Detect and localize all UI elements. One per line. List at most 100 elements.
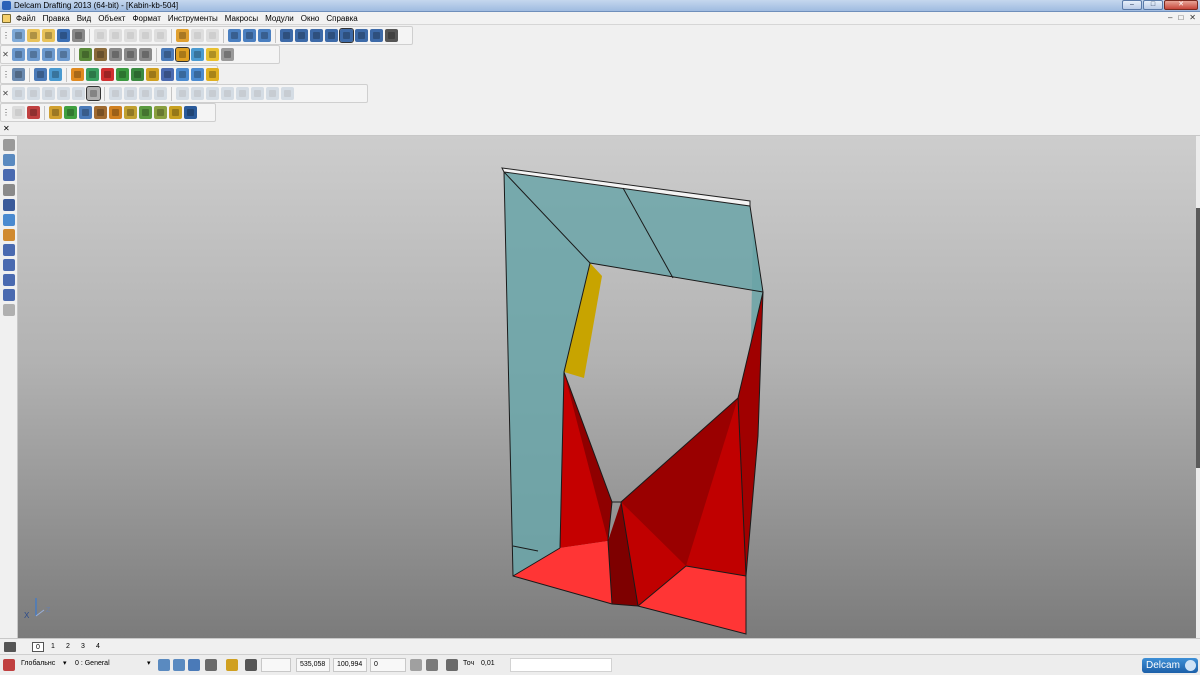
help-icon[interactable] bbox=[1185, 660, 1196, 671]
curve-8-icon[interactable] bbox=[281, 87, 294, 100]
grid-icon[interactable] bbox=[245, 659, 257, 671]
layer-tool-2-icon[interactable] bbox=[173, 659, 185, 671]
text-tool-icon[interactable] bbox=[3, 169, 15, 181]
block-1-icon[interactable] bbox=[49, 106, 62, 119]
command-input[interactable] bbox=[510, 658, 612, 672]
tab-0[interactable]: 0 bbox=[32, 642, 44, 652]
redo-icon[interactable] bbox=[191, 29, 204, 42]
layer-tool-4-icon[interactable] bbox=[205, 659, 217, 671]
view-cube-icon[interactable] bbox=[57, 48, 70, 61]
arrow-play-icon[interactable] bbox=[131, 68, 144, 81]
doc-restore-button[interactable]: □ bbox=[1178, 13, 1183, 22]
light-icon[interactable] bbox=[206, 48, 219, 61]
copy-icon[interactable] bbox=[109, 29, 122, 42]
erase-icon[interactable] bbox=[139, 29, 152, 42]
layers-panel-icon[interactable] bbox=[3, 154, 15, 166]
toolbar-grip[interactable]: ⋮ bbox=[2, 105, 10, 120]
weld-icon[interactable] bbox=[3, 214, 15, 226]
solid-icon[interactable] bbox=[191, 48, 204, 61]
paste-icon[interactable] bbox=[124, 29, 137, 42]
zoom-tool-icon[interactable] bbox=[3, 184, 15, 196]
chevron-down-icon[interactable]: ▾ bbox=[144, 658, 154, 672]
delete-icon[interactable] bbox=[154, 29, 167, 42]
block-4-icon[interactable] bbox=[94, 106, 107, 119]
layer-tool-3-icon[interactable] bbox=[188, 659, 200, 671]
block-5-icon[interactable] bbox=[109, 106, 122, 119]
menu-macros[interactable]: Макросы bbox=[225, 14, 258, 23]
block-10-icon[interactable] bbox=[184, 106, 197, 119]
wave-3-icon[interactable] bbox=[139, 87, 152, 100]
zoom-out-icon[interactable] bbox=[139, 48, 152, 61]
curve-2-icon[interactable] bbox=[191, 87, 204, 100]
scrollbar-thumb[interactable] bbox=[1196, 208, 1200, 468]
window-icon[interactable] bbox=[228, 29, 241, 42]
curve-icon[interactable] bbox=[325, 29, 338, 42]
wave-4-icon[interactable] bbox=[154, 87, 167, 100]
chevron-down-icon[interactable]: ▾ bbox=[60, 658, 70, 672]
block-3-icon[interactable] bbox=[79, 106, 92, 119]
open-icon[interactable] bbox=[27, 29, 40, 42]
menu-window[interactable]: Окно bbox=[301, 14, 320, 23]
arrow-icon[interactable] bbox=[370, 29, 383, 42]
snap-settings-icon[interactable] bbox=[226, 659, 238, 671]
edit-4-icon[interactable] bbox=[57, 87, 70, 100]
box-icon[interactable] bbox=[146, 68, 159, 81]
layer-select[interactable]: 0 : General bbox=[72, 658, 152, 672]
tolerance-value[interactable]: 0,01 bbox=[478, 658, 506, 672]
menu-file[interactable]: Файл bbox=[16, 14, 36, 23]
wire-icon[interactable] bbox=[49, 68, 62, 81]
zoom-icon[interactable] bbox=[109, 48, 122, 61]
zoom-in-icon[interactable] bbox=[124, 48, 137, 61]
menu-edit[interactable]: Правка bbox=[43, 14, 70, 23]
ball-icon[interactable] bbox=[101, 68, 114, 81]
text-icon[interactable] bbox=[339, 28, 354, 43]
maximize-button[interactable]: □ bbox=[1143, 0, 1163, 10]
curve-4-icon[interactable] bbox=[221, 87, 234, 100]
edit-2-icon[interactable] bbox=[27, 87, 40, 100]
person-icon[interactable] bbox=[3, 229, 15, 241]
toolbar-grip[interactable]: ⋮ bbox=[2, 28, 10, 43]
minimize-button[interactable]: – bbox=[1122, 0, 1142, 10]
measure-icon[interactable] bbox=[280, 29, 293, 42]
cone-icon[interactable] bbox=[116, 68, 129, 81]
triangle-icon[interactable] bbox=[3, 274, 15, 286]
tab-4[interactable]: 4 bbox=[92, 642, 104, 652]
weld-grey-icon[interactable] bbox=[3, 304, 15, 316]
menu-format[interactable]: Формат bbox=[132, 14, 160, 23]
undo-icon[interactable] bbox=[176, 29, 189, 42]
snap-icon[interactable] bbox=[206, 29, 219, 42]
circle-icon[interactable] bbox=[310, 29, 323, 42]
globe-icon[interactable] bbox=[161, 48, 174, 61]
model-icon[interactable] bbox=[12, 68, 25, 81]
doc-close-button[interactable]: ✕ bbox=[1189, 13, 1196, 22]
assembly-icon[interactable] bbox=[206, 68, 219, 81]
tab-3[interactable]: 3 bbox=[77, 642, 89, 652]
layers-icon[interactable] bbox=[243, 29, 256, 42]
dimension-icon[interactable] bbox=[3, 289, 15, 301]
vertical-scrollbar[interactable] bbox=[1196, 136, 1200, 638]
toolbar-close-grip[interactable]: ✕ bbox=[2, 86, 9, 101]
select-icon[interactable] bbox=[3, 139, 15, 151]
wave-1-icon[interactable] bbox=[109, 87, 122, 100]
sheet-icon[interactable] bbox=[4, 642, 16, 652]
axis-icon[interactable] bbox=[27, 106, 40, 119]
layout-icon[interactable] bbox=[258, 29, 271, 42]
settings-icon[interactable] bbox=[221, 48, 234, 61]
pan-icon[interactable] bbox=[94, 48, 107, 61]
transform-icon[interactable] bbox=[176, 68, 189, 81]
block-6-icon[interactable] bbox=[124, 106, 137, 119]
print-icon[interactable] bbox=[72, 29, 85, 42]
hatch-icon[interactable] bbox=[355, 29, 368, 42]
view-iso-icon[interactable] bbox=[27, 48, 40, 61]
shell-icon[interactable] bbox=[86, 68, 99, 81]
menu-modules[interactable]: Модули bbox=[265, 14, 294, 23]
save-icon[interactable] bbox=[57, 29, 70, 42]
table-icon[interactable] bbox=[385, 29, 398, 42]
menu-object[interactable]: Объект bbox=[98, 14, 125, 23]
menu-tools[interactable]: Инструменты bbox=[168, 14, 218, 23]
surface-icon[interactable] bbox=[71, 68, 84, 81]
block-7-icon[interactable] bbox=[139, 106, 152, 119]
workplane-icon[interactable] bbox=[410, 659, 422, 671]
block-8-icon[interactable] bbox=[154, 106, 167, 119]
block-2-icon[interactable] bbox=[64, 106, 77, 119]
